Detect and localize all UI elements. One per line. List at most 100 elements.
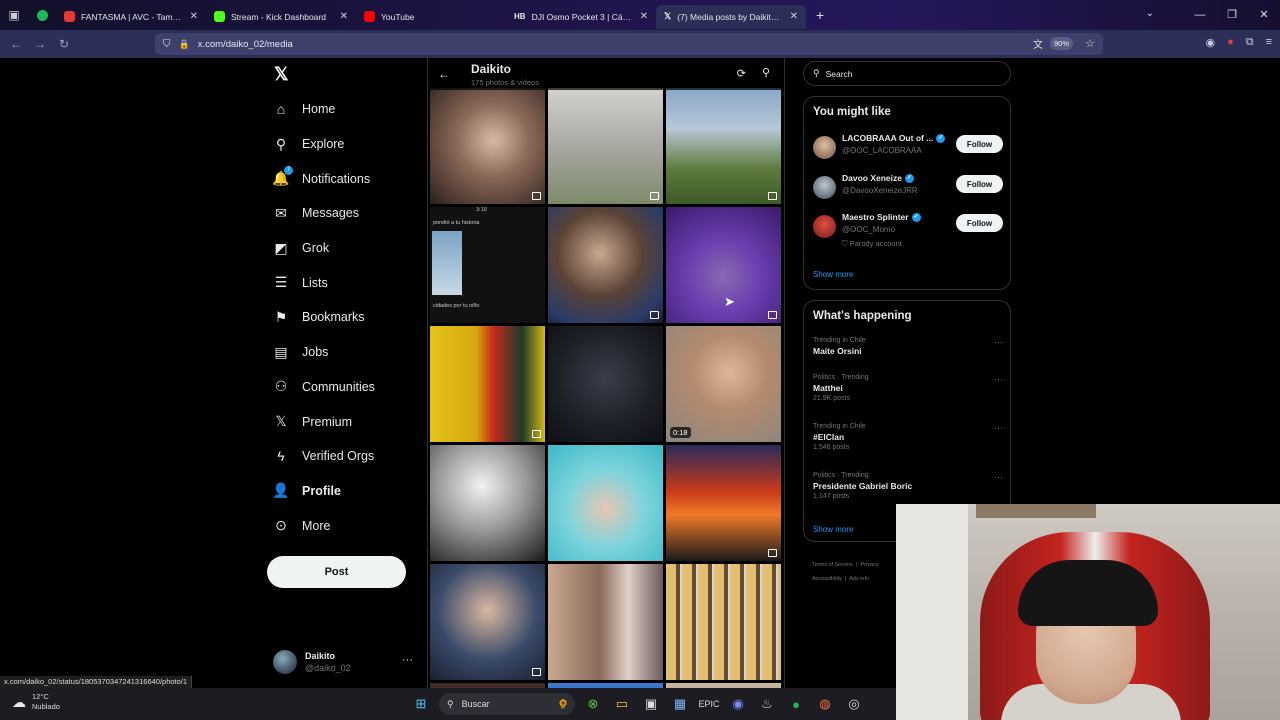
chevron-down-icon[interactable]: ⌄ <box>1146 8 1154 19</box>
steam-icon[interactable]: ♨ <box>756 693 778 715</box>
show-more-link[interactable]: Show more <box>813 525 853 534</box>
extension-icon[interactable]: ● <box>1227 36 1234 49</box>
address-bar[interactable]: ⛉ 🔒 x.com/daiko_02/media 文 90% ☆ <box>155 33 1103 55</box>
obs-icon[interactable]: ◎ <box>843 693 865 715</box>
media-tile[interactable] <box>548 326 663 442</box>
suggestion-item[interactable]: Maestro Splinter ✓ @OOC_Momo ⛉ Parody acc… <box>813 212 1003 256</box>
more-dots-icon[interactable]: ··· <box>994 374 1003 384</box>
new-tab-icon[interactable]: + <box>806 7 834 23</box>
media-tile[interactable] <box>430 445 545 561</box>
star-icon[interactable]: ☆ <box>1085 37 1095 50</box>
shield-icon[interactable]: ⛉ <box>163 39 171 50</box>
nav-grok[interactable]: ◩ Grok <box>272 231 422 266</box>
more-dots-icon[interactable]: ··· <box>994 423 1003 433</box>
trend-item[interactable]: Trending in Chile #ElClan 1,546 posts ··… <box>813 423 1003 451</box>
tab-fantasma[interactable]: FANTASMA | AVC - Tamy, Ji ✕ <box>56 5 206 29</box>
close-tab-icon[interactable]: ✕ <box>340 11 348 22</box>
suggestion-item[interactable]: Davoo Xeneize ✓ @DavooXeneizeJRR Follow <box>813 173 1003 209</box>
search-input[interactable]: ⚲ Search <box>803 61 1011 86</box>
tab-title: DJI Osmo Pocket 3 | Cámara de <box>531 11 634 22</box>
media-tile[interactable] <box>666 445 781 561</box>
store-icon[interactable]: ▣ <box>640 693 662 715</box>
follow-button[interactable]: Follow <box>956 175 1003 193</box>
refresh-icon[interactable]: ⟳ <box>737 67 746 80</box>
media-tile[interactable] <box>430 326 545 442</box>
tab-youtube[interactable]: YouTube <box>356 5 506 29</box>
back-arrow-icon[interactable]: ← <box>438 67 450 81</box>
trend-item[interactable]: Politics · Trending Presidente Gabriel B… <box>813 472 1003 500</box>
spotify-icon[interactable]: ● <box>785 693 807 715</box>
trend-item[interactable]: Politics · Trending Matthei 21.9K posts … <box>813 374 1003 402</box>
close-tab-icon[interactable]: ✕ <box>640 11 648 22</box>
close-window-icon[interactable]: ✕ <box>1248 0 1280 30</box>
nav-explore[interactable]: ⚲ Explore <box>272 127 422 162</box>
reload-icon[interactable]: ↻ <box>52 37 76 51</box>
tab-kick[interactable]: Stream - Kick Dashboard ✕ <box>206 5 356 29</box>
taskbar-search[interactable]: ⚲ Buscar 🌻 <box>439 693 575 715</box>
spotify-pinned-icon[interactable] <box>28 0 56 30</box>
minimize-icon[interactable]: — <box>1184 0 1216 30</box>
show-more-link[interactable]: Show more <box>813 270 853 279</box>
terms-link[interactable]: Terms of Service <box>812 562 853 568</box>
x-logo-icon[interactable]: 𝕏 <box>274 64 289 85</box>
tab-dji[interactable]: HB DJI Osmo Pocket 3 | Cámara de ✕ <box>506 5 656 29</box>
follow-button[interactable]: Follow <box>956 135 1003 153</box>
epic-games-icon[interactable]: EPIC <box>698 693 720 715</box>
account-switcher[interactable]: Daikito @daiko_02 ··· <box>273 648 417 676</box>
primary-nav: ⌂ Home ⚲ Explore 🔔 7 Notifications ✉ Messages… <box>272 92 422 543</box>
weather-widget[interactable]: ☁ 12°C Nublado <box>12 692 60 712</box>
media-tile[interactable] <box>548 88 663 204</box>
close-tab-icon[interactable]: ✕ <box>790 11 798 22</box>
accessibility-link[interactable]: Accessibility <box>812 576 842 582</box>
forward-arrow-icon[interactable]: → <box>28 37 52 51</box>
firefox-icon[interactable]: ◍ <box>814 693 836 715</box>
ads-info-link[interactable]: Ads info <box>849 576 869 582</box>
media-tile[interactable]: 0:18 <box>666 326 781 442</box>
tab-x-media[interactable]: 𝕏 (7) Media posts by Daikito (@da ✕ <box>656 4 806 29</box>
nav-messages[interactable]: ✉ Messages <box>272 196 422 231</box>
nav-jobs[interactable]: ▤ Jobs <box>272 335 422 370</box>
post-button[interactable]: Post <box>267 556 406 588</box>
restore-icon[interactable]: ❐ <box>1216 0 1248 30</box>
nav-bookmarks[interactable]: ⚑ Bookmarks <box>272 300 422 335</box>
nav-home[interactable]: ⌂ Home <box>272 92 422 127</box>
file-explorer-icon[interactable]: ▭ <box>611 693 633 715</box>
zoom-level[interactable]: 90% <box>1049 37 1073 50</box>
nav-verified-orgs[interactable]: ϟ Verified Orgs <box>272 439 422 474</box>
nav-more[interactable]: ⊙ More <box>272 508 422 543</box>
close-tab-icon[interactable]: ✕ <box>190 11 198 22</box>
media-tile[interactable] <box>548 564 663 680</box>
extensions-puzzle-icon[interactable]: ⧉ <box>1246 36 1254 49</box>
media-tile[interactable] <box>666 564 781 680</box>
more-dots-icon[interactable]: ··· <box>994 472 1003 482</box>
search-icon: ⚲ <box>813 68 820 78</box>
photos-icon[interactable]: ▦ <box>669 693 691 715</box>
xbox-icon[interactable]: ⊗ <box>582 693 604 715</box>
back-arrow-icon[interactable]: ← <box>4 37 28 51</box>
nav-lists[interactable]: ☰ Lists <box>272 265 422 300</box>
trend-item[interactable]: Trending in Chile Maite Orsini ··· <box>813 337 1003 356</box>
follow-button[interactable]: Follow <box>956 214 1003 232</box>
suggestion-item[interactable]: LACOBRAAA Out of ... ✓ @OOC_LACOBRAAA Fol… <box>813 133 1003 169</box>
search-icon: ⚲ <box>447 698 454 709</box>
menu-icon[interactable]: ≡ <box>1266 36 1272 49</box>
nav-profile[interactable]: 👤 Profile <box>272 474 422 509</box>
media-tile[interactable] <box>548 445 663 561</box>
media-tile[interactable] <box>430 564 545 680</box>
more-dots-icon[interactable]: ··· <box>994 337 1003 347</box>
more-dots-icon[interactable]: ··· <box>402 654 413 666</box>
nav-communities[interactable]: ⚇ Communities <box>272 370 422 405</box>
media-tile[interactable] <box>430 88 545 204</box>
translate-icon[interactable]: 文 <box>1033 36 1043 51</box>
tab-overview-icon[interactable]: ▣ <box>0 0 28 30</box>
search-icon[interactable]: ⚲ <box>762 66 770 79</box>
media-tile[interactable] <box>548 207 663 323</box>
media-tile[interactable]: 3:19 pondió a tu historia cidades por tu… <box>430 207 545 323</box>
discord-icon[interactable]: ◉ <box>727 693 749 715</box>
windows-start-icon[interactable]: ⊞ <box>410 693 432 715</box>
nav-premium[interactable]: 𝕏 Premium <box>272 404 422 439</box>
media-tile[interactable] <box>666 88 781 204</box>
account-icon[interactable]: ◉ <box>1205 36 1215 49</box>
privacy-link[interactable]: Privacy <box>861 562 879 568</box>
nav-notifications[interactable]: 🔔 7 Notifications <box>272 161 422 196</box>
